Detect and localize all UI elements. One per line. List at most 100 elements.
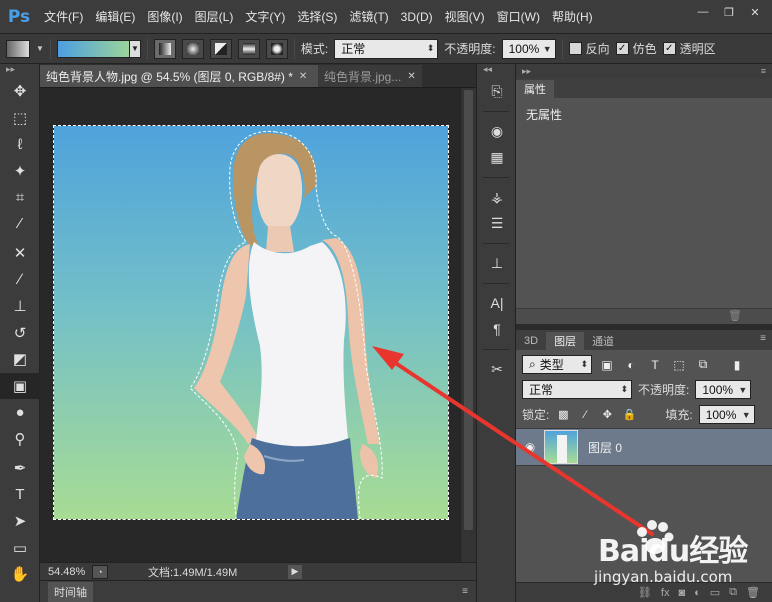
smart-object-filter-icon[interactable]: ⧉: [694, 356, 712, 374]
chevron-down-icon[interactable]: ▼: [128, 39, 141, 58]
swatches-icon[interactable]: ▦: [477, 144, 517, 170]
opacity-input[interactable]: 100% ▼: [501, 38, 556, 59]
zoom-level[interactable]: 54.48%: [40, 566, 92, 578]
radial-gradient-button[interactable]: [181, 38, 204, 59]
layer-filter-select[interactable]: ⌕ 类型 ⬍: [522, 355, 592, 374]
radial-gradient-icon: [186, 42, 199, 55]
blur-tool-icon[interactable]: ●: [0, 399, 40, 426]
color-palette-icon[interactable]: ◉: [477, 118, 517, 144]
tool-presets-icon[interactable]: ✂: [477, 356, 517, 382]
dodge-tool-icon[interactable]: ⚲: [0, 426, 40, 453]
clone-stamp-tool-icon[interactable]: ⊥: [0, 293, 40, 320]
shape-tool-icon[interactable]: ▭: [0, 535, 40, 562]
close-icon[interactable]: ✕: [299, 71, 307, 82]
reflected-gradient-button[interactable]: [237, 38, 260, 59]
history-brush-tool-icon[interactable]: ↺: [0, 320, 40, 347]
gradient-tool-icon[interactable]: ▣: [0, 372, 40, 399]
reverse-checkbox[interactable]: [568, 42, 582, 55]
collapse-icon[interactable]: ◂◂: [477, 64, 515, 78]
blend-mode-select[interactable]: 正常 ⬍: [522, 380, 632, 399]
tab-3d[interactable]: 3D: [516, 332, 546, 350]
diamond-gradient-button[interactable]: [265, 38, 288, 59]
dither-checkbox[interactable]: ✓: [615, 42, 629, 55]
info-icon[interactable]: ◔: [92, 564, 108, 579]
tab-properties[interactable]: 属性: [516, 80, 554, 98]
transparency-option[interactable]: ✓ 透明区: [662, 40, 716, 57]
collapse-icon[interactable]: ▸▸: [522, 66, 531, 77]
dither-option[interactable]: ✓ 仿色: [615, 40, 657, 57]
hand-tool-icon[interactable]: ✋: [0, 561, 40, 588]
pen-tool-icon[interactable]: ✒: [0, 455, 40, 482]
eye-icon[interactable]: ◉: [516, 440, 544, 454]
brushes-icon[interactable]: ⚶: [477, 184, 517, 210]
menu-help[interactable]: 帮助(H): [546, 0, 599, 34]
marquee-tool-icon[interactable]: ⬚: [0, 105, 40, 132]
trash-icon[interactable]: 🗑: [728, 310, 742, 322]
lock-all-icon[interactable]: 🔒: [621, 407, 637, 423]
layer-row[interactable]: ◉ 图层 0: [516, 428, 772, 466]
lock-transparent-icon[interactable]: ▩: [555, 407, 571, 423]
collapse-icon[interactable]: ▸▸: [0, 64, 39, 78]
menu-type[interactable]: 文字(Y): [239, 0, 291, 34]
menu-image[interactable]: 图像(I): [141, 0, 188, 34]
panel-menu-icon[interactable]: ≡: [761, 66, 766, 76]
menu-select[interactable]: 选择(S): [291, 0, 343, 34]
restore-button[interactable]: ❐: [718, 4, 740, 20]
tab-channels[interactable]: 通道: [584, 332, 622, 350]
close-button[interactable]: ✕: [744, 4, 766, 20]
path-selection-tool-icon[interactable]: ➤: [0, 508, 40, 535]
menu-edit[interactable]: 编辑(E): [89, 0, 141, 34]
tool-preset-picker[interactable]: [6, 39, 30, 58]
lock-position-icon[interactable]: ✥: [599, 407, 615, 423]
image-canvas[interactable]: [53, 125, 449, 520]
vertical-scrollbar[interactable]: [460, 88, 476, 562]
document-tab-active[interactable]: 纯色背景人物.jpg @ 54.5% (图层 0, RGB/8#) * ✕: [40, 65, 318, 87]
menu-view[interactable]: 视图(V): [439, 0, 491, 34]
panel-menu-icon[interactable]: ≡: [462, 586, 468, 597]
healing-brush-tool-icon[interactable]: ✕: [0, 240, 40, 267]
menu-window[interactable]: 窗口(W): [491, 0, 546, 34]
canvas-viewport[interactable]: [40, 88, 460, 562]
close-icon[interactable]: ✕: [407, 71, 415, 82]
menu-filter[interactable]: 滤镜(T): [343, 0, 394, 34]
brush-tool-icon[interactable]: ∕: [0, 267, 40, 294]
reverse-option[interactable]: 反向: [568, 40, 610, 57]
layer-name[interactable]: 图层 0: [588, 439, 622, 456]
chevron-down-icon[interactable]: ▼: [36, 44, 44, 53]
eraser-tool-icon[interactable]: ◩: [0, 346, 40, 373]
fill-input[interactable]: 100% ▼: [698, 405, 755, 424]
crop-tool-icon[interactable]: ⌗: [0, 184, 40, 211]
menu-file[interactable]: 文件(F): [38, 0, 89, 34]
lasso-tool-icon[interactable]: ℓ: [0, 131, 40, 158]
move-tool-icon[interactable]: ✥: [0, 78, 40, 105]
type-filter-icon[interactable]: T: [646, 356, 664, 374]
angle-gradient-button[interactable]: [209, 38, 232, 59]
menu-layer[interactable]: 图层(L): [189, 0, 240, 34]
mode-select[interactable]: 正常 ⬍: [334, 38, 439, 59]
gradient-editor-swatch[interactable]: ▼: [56, 39, 141, 58]
panel-menu-icon[interactable]: ≡: [760, 333, 766, 344]
adjustment-filter-icon[interactable]: ◐: [622, 356, 640, 374]
history-icon[interactable]: ⎘: [477, 78, 517, 104]
linear-gradient-button[interactable]: [153, 38, 176, 59]
shape-filter-icon[interactable]: ⬚: [670, 356, 688, 374]
transparency-checkbox[interactable]: ✓: [662, 42, 676, 55]
filter-toggle-icon[interactable]: ▮: [728, 356, 746, 374]
paragraph-icon[interactable]: ¶: [477, 316, 517, 342]
adjustments-icon[interactable]: ☰: [477, 210, 517, 236]
eyedropper-tool-icon[interactable]: ⁄: [0, 211, 40, 238]
layer-opacity-input[interactable]: 100% ▼: [695, 380, 752, 399]
clone-source-icon[interactable]: ⊥: [477, 250, 517, 276]
pixel-filter-icon[interactable]: ▣: [598, 356, 616, 374]
scrollbar-thumb[interactable]: [464, 90, 473, 530]
tab-layers[interactable]: 图层: [546, 332, 585, 350]
document-tab-inactive[interactable]: 纯色背景.jpg... ✕: [318, 65, 422, 87]
type-tool-icon[interactable]: T: [0, 482, 40, 509]
lock-image-icon[interactable]: ∕: [577, 407, 593, 423]
menu-3d[interactable]: 3D(D): [395, 0, 439, 34]
play-arrow-icon[interactable]: ▶: [288, 564, 302, 579]
minimize-button[interactable]: —: [692, 4, 714, 20]
magic-wand-tool-icon[interactable]: ✦: [0, 158, 40, 185]
character-icon[interactable]: A|: [477, 290, 517, 316]
timeline-tab[interactable]: 时间轴: [48, 581, 93, 602]
